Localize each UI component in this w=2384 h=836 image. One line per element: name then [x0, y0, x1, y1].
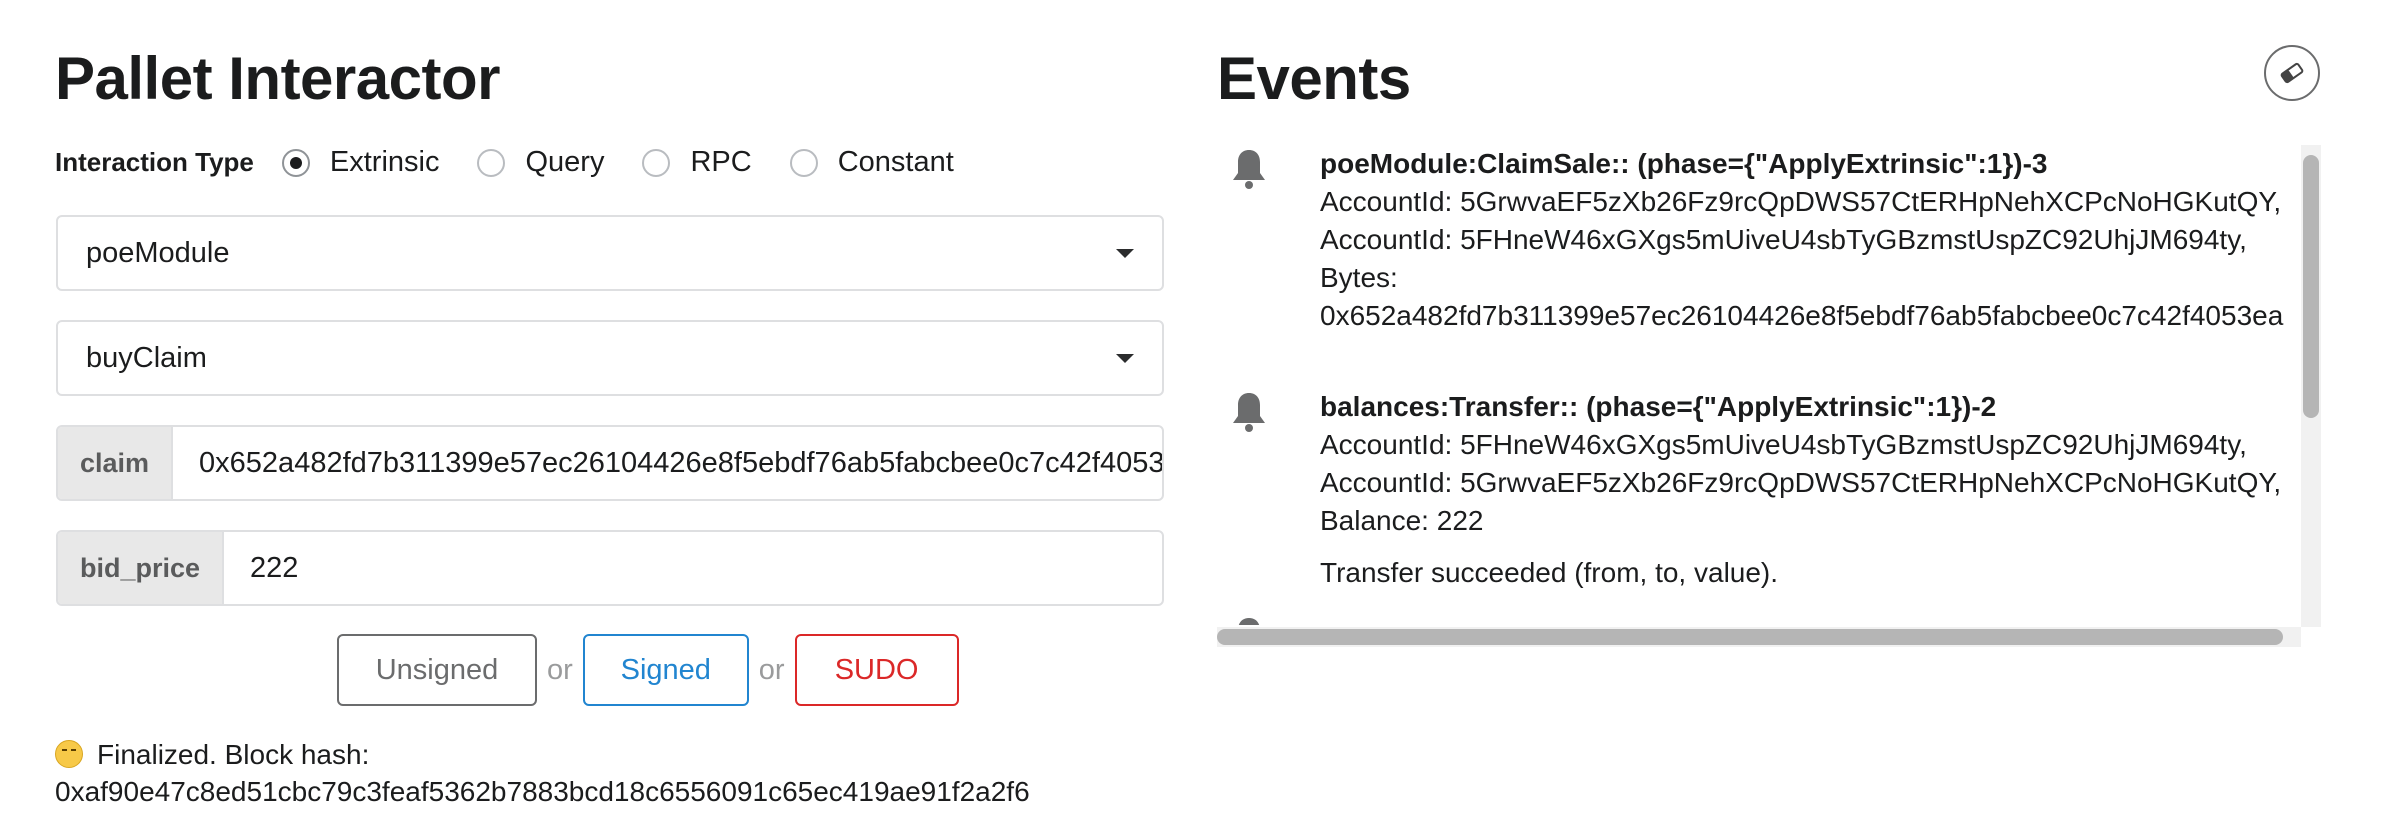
- radio-rpc-label: RPC: [690, 146, 752, 178]
- radio-query-label: Query: [525, 146, 605, 178]
- vertical-scrollbar-thumb[interactable]: [2303, 155, 2319, 418]
- smirk-emoji-icon: [55, 740, 83, 768]
- event-title: poeModule:ClaimSale:: (phase={"ApplyExtr…: [1320, 148, 2048, 179]
- horizontal-scrollbar-thumb[interactable]: [1217, 629, 2283, 645]
- submit-button-group: Unsigned or Signed or SUDO: [337, 634, 959, 706]
- event-field: 0x652a482fd7b311399e57ec26104426e8f5ebdf…: [1320, 300, 2284, 331]
- param-bid-price-label: bid_price: [58, 532, 225, 604]
- page-title: Pallet Interactor: [55, 45, 501, 112]
- bell-icon: [1233, 150, 1265, 189]
- status-message: Finalized. Block hash:: [97, 739, 370, 770]
- radio-rpc[interactable]: RPC: [642, 146, 752, 179]
- event-field: AccountId: 5FHneW46xGXgs5mUiveU4sbTyGBzm…: [1320, 429, 2247, 460]
- event-field: AccountId: 5GrwvaEF5zXb26Fz9rcQpDWS57CtE…: [1320, 467, 2282, 498]
- radio-extrinsic-circle[interactable]: [281, 148, 310, 177]
- sudo-button[interactable]: SUDO: [794, 634, 959, 706]
- radio-extrinsic[interactable]: Extrinsic: [281, 146, 440, 179]
- bell-icon: [1233, 393, 1265, 432]
- callable-dropdown[interactable]: buyClaim: [56, 320, 1164, 396]
- events-title: Events: [1217, 45, 1411, 112]
- transaction-status: Finalized. Block hash: 0xaf90e47c8ed51cb…: [55, 736, 1030, 810]
- events-scroll-area: poeModule:ClaimSale:: (phase={"ApplyExtr…: [1217, 145, 2297, 625]
- pallet-dropdown-value: poeModule: [86, 236, 230, 269]
- event-field: Bytes:: [1320, 262, 1398, 293]
- param-claim-label: claim: [58, 427, 174, 499]
- bell-icon: [1238, 618, 1260, 625]
- param-bid-price-input[interactable]: 222: [224, 532, 1162, 604]
- chevron-down-icon[interactable]: [1116, 353, 1134, 363]
- pallet-dropdown[interactable]: poeModule: [56, 215, 1164, 291]
- chevron-down-icon[interactable]: [1116, 248, 1134, 258]
- interaction-type-label: Interaction Type: [55, 147, 254, 177]
- event-field: AccountId: 5FHneW46xGXgs5mUiveU4sbTyGBzm…: [1320, 224, 2247, 255]
- or-separator: or: [547, 653, 573, 686]
- block-hash: 0xaf90e47c8ed51cbc79c3feaf5362b7883bcd18…: [55, 776, 1030, 807]
- event-title: balances:Transfer:: (phase={"ApplyExtrin…: [1320, 391, 1997, 422]
- radio-constant-label: Constant: [837, 146, 954, 178]
- unsigned-button[interactable]: Unsigned: [337, 634, 537, 706]
- callable-dropdown-value: buyClaim: [86, 341, 207, 374]
- interaction-type-group: Interaction Type Extrinsic Query RPC Con…: [55, 146, 992, 179]
- radio-rpc-circle[interactable]: [642, 148, 671, 177]
- eraser-icon: [2280, 62, 2304, 84]
- event-description: Transfer succeeded (from, to, value).: [1320, 557, 1779, 588]
- radio-query[interactable]: Query: [477, 146, 604, 179]
- radio-query-circle[interactable]: [477, 148, 506, 177]
- radio-constant[interactable]: Constant: [789, 146, 954, 179]
- event-field: AccountId: 5GrwvaEF5zXb26Fz9rcQpDWS57CtE…: [1320, 186, 2282, 217]
- or-separator: or: [758, 653, 785, 686]
- event-field: Balance: 222: [1320, 505, 1484, 536]
- param-claim-input[interactable]: 0x652a482fd7b311399e57ec26104426e8f5ebdf…: [173, 427, 1162, 499]
- param-claim-field: claim 0x652a482fd7b311399e57ec26104426e8…: [56, 425, 1164, 501]
- radio-extrinsic-label: Extrinsic: [329, 146, 440, 178]
- signed-button[interactable]: Signed: [582, 634, 749, 706]
- radio-constant-circle[interactable]: [789, 148, 818, 177]
- clear-events-button[interactable]: [2264, 45, 2320, 101]
- events-feed: poeModule:ClaimSale:: (phase={"ApplyExtr…: [1217, 145, 2321, 647]
- param-bid-price-field: bid_price 222: [56, 530, 1164, 606]
